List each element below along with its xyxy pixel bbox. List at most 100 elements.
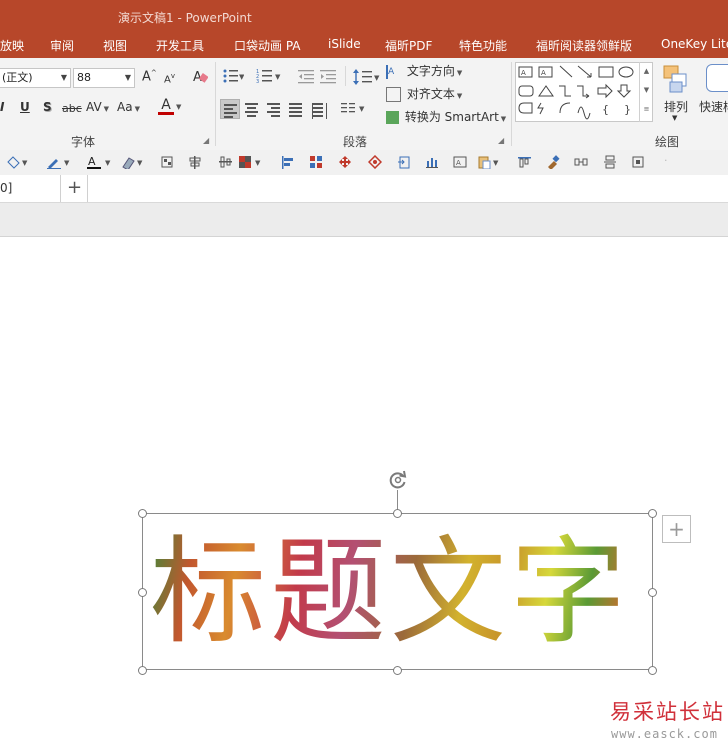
align-top-icon[interactable]	[517, 155, 531, 169]
shapes-gallery-icon: A A { }	[518, 65, 634, 120]
align-center-shapes-icon[interactable]	[188, 155, 202, 169]
tab-slideshow[interactable]: 放映	[0, 37, 24, 54]
bullets-button[interactable]: ▼	[222, 68, 245, 87]
move-icon[interactable]	[338, 155, 352, 169]
group-icon[interactable]	[160, 155, 174, 169]
ribbon: (正文) ▼ 88 ▼ A^ Av A I U S abc AV ▼ Aa ▼ A …	[0, 58, 728, 151]
textbox-icon[interactable]: A	[453, 155, 467, 169]
bar-chart-icon[interactable]	[425, 155, 439, 169]
columns-button[interactable]: ▼	[340, 101, 366, 118]
font-color-button[interactable]: A ▼	[158, 98, 181, 115]
font-size-combo[interactable]: 88 ▼	[73, 68, 135, 88]
font-name-combo[interactable]: (正文) ▼	[0, 68, 71, 88]
pen-color-icon[interactable]: ▼	[46, 155, 76, 169]
align-text-button[interactable]: 对齐文本 ▼	[386, 85, 462, 102]
resize-handle-nw[interactable]	[138, 509, 147, 518]
watermark-logo: 易采站长站	[610, 700, 725, 724]
numbering-button[interactable]: 1 2 3 ▼	[256, 68, 282, 87]
expand-gallery-icon[interactable]: ≡	[640, 100, 653, 119]
highlight-icon[interactable]: ▼	[120, 155, 148, 169]
slide-tab[interactable]: 0]	[0, 175, 61, 202]
svg-text:3: 3	[256, 79, 259, 84]
tab-pocket-animation[interactable]: 口袋动画 PA	[234, 37, 301, 54]
dialog-launcher-icon[interactable]: ◢	[203, 136, 209, 145]
tab-foxit-reader[interactable]: 福昕阅读器领鲜版	[536, 37, 632, 54]
shape-fill-icon[interactable]: ▼	[6, 155, 36, 169]
char-spacing-button[interactable]: AV ▼	[86, 100, 109, 114]
align-center-button[interactable]	[242, 99, 262, 119]
chevron-up-icon[interactable]: ▲	[640, 62, 653, 81]
grid-icon[interactable]	[309, 155, 323, 169]
svg-text:A: A	[88, 155, 96, 168]
arrange-label[interactable]: 排列	[664, 98, 688, 115]
tab-developer[interactable]: 开发工具	[156, 37, 204, 54]
chevron-down-icon[interactable]: ▼	[640, 81, 653, 100]
italic-button[interactable]: I	[0, 100, 4, 114]
align-right-button[interactable]	[264, 99, 284, 119]
change-case-button[interactable]: Aa ▼	[117, 100, 140, 114]
link-shapes-icon[interactable]	[574, 155, 588, 169]
export-icon[interactable]	[397, 155, 411, 169]
text-direction-icon: A	[386, 64, 403, 79]
stack-icon[interactable]	[603, 155, 617, 169]
rotate-shape-icon[interactable]	[368, 155, 382, 169]
tab-review[interactable]: 审阅	[50, 37, 74, 54]
text-direction-button[interactable]: A 文字方向 ▼	[386, 62, 462, 79]
slide-canvas[interactable]	[0, 237, 728, 750]
font-name-value: (正文)	[2, 71, 33, 84]
resize-handle-w[interactable]	[138, 588, 147, 597]
resize-handle-sw[interactable]	[138, 666, 147, 675]
tab-islide[interactable]: iSlide	[328, 37, 361, 51]
resize-handle-s[interactable]	[393, 666, 402, 675]
clear-format-button[interactable]: A	[192, 68, 209, 87]
quick-styles-label[interactable]: 快速样	[699, 98, 728, 115]
svg-text:A: A	[456, 159, 461, 167]
quick-toolbar: ▼ ▼ A ▼ ▼ ▼ A ▼ ·	[0, 150, 728, 176]
justify-button[interactable]	[286, 99, 306, 119]
increase-indent-button[interactable]	[320, 68, 338, 87]
shrink-font-button[interactable]: Av	[164, 72, 175, 85]
resize-handle-n[interactable]	[393, 509, 402, 518]
convert-smartart-button[interactable]: 转换为 SmartArt ▼	[386, 108, 506, 125]
underline-button[interactable]: U	[20, 100, 30, 114]
insert-element-button[interactable]: +	[662, 515, 691, 543]
align-left-button[interactable]	[220, 99, 240, 119]
tab-onekey-lite[interactable]: OneKey Lite	[661, 37, 728, 51]
add-tab-button[interactable]: +	[62, 175, 88, 202]
crop-shape-icon[interactable]	[631, 155, 645, 169]
decrease-indent-button[interactable]	[298, 68, 316, 87]
grow-font-button[interactable]: A^	[142, 69, 157, 84]
resize-handle-e[interactable]	[648, 588, 657, 597]
line-spacing-button[interactable]: ▼	[352, 68, 380, 89]
align-text-icon	[386, 87, 401, 102]
paste-icon[interactable]: ▼	[477, 155, 505, 169]
arrange-button[interactable]	[662, 64, 690, 97]
quick-styles-button[interactable]	[706, 64, 728, 95]
drawing-group-label: 绘图	[655, 135, 680, 149]
line-spacing-icon: ▼	[353, 69, 380, 85]
tab-foxit-pdf[interactable]: 福昕PDF	[385, 37, 432, 54]
align-left-shapes-icon[interactable]	[280, 155, 294, 169]
tab-view[interactable]: 视图	[103, 37, 127, 54]
gallery-scroller[interactable]: ▲ ▼ ≡	[639, 62, 653, 122]
svg-text:▼: ▼	[22, 159, 28, 167]
text-color-icon[interactable]: A ▼	[86, 155, 116, 169]
dialog-launcher-icon[interactable]: ◢	[498, 136, 504, 145]
resize-handle-se[interactable]	[648, 666, 657, 675]
shadow-button[interactable]: S	[43, 100, 52, 114]
strikethrough-button[interactable]: abc	[62, 102, 82, 115]
shapes-gallery[interactable]: A A { }	[515, 62, 653, 122]
resize-handle-ne[interactable]	[648, 509, 657, 518]
slide-title-text[interactable]: 标题文字	[150, 523, 650, 663]
rotate-icon[interactable]	[387, 469, 409, 491]
distribute-button[interactable]	[309, 99, 329, 119]
tab-features[interactable]: 特色功能	[459, 37, 507, 54]
chevron-down-icon[interactable]: ▼	[672, 114, 677, 122]
color-blocks-icon[interactable]: ▼	[238, 155, 268, 169]
quick-styles-icon	[706, 64, 728, 92]
distribute-icon[interactable]	[218, 155, 232, 169]
chevron-down-icon: ▼	[60, 73, 67, 82]
more-tools-icon[interactable]: ·	[664, 154, 668, 167]
format-painter-icon[interactable]	[546, 155, 560, 169]
ruler-band	[0, 203, 728, 237]
